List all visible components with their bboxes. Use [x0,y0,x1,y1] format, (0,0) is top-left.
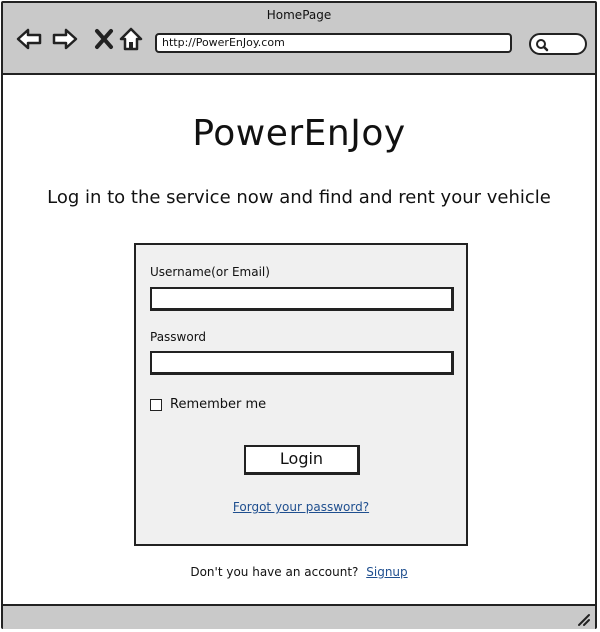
browser-chrome: HomePage http://PowerEnJoy.com [3,3,595,75]
forgot-password-link[interactable]: Forgot your password? [136,500,466,514]
remember-me-checkbox[interactable] [150,399,162,411]
browser-window: HomePage http://PowerEnJoy.com PowerEnJo… [1,1,597,629]
forward-arrow-icon[interactable] [51,25,79,53]
password-label: Password [150,330,207,344]
status-bar [3,604,595,629]
resize-grip-icon[interactable] [575,611,591,627]
search-icon [536,39,549,52]
tagline: Log in to the service now and find and r… [47,187,551,208]
login-panel: Username(or Email) Password Remember me … [134,243,468,546]
home-icon[interactable] [117,25,145,53]
signup-prompt: Don't you have an account? [190,565,359,579]
close-x-icon[interactable] [91,25,119,53]
login-button[interactable]: Login [244,445,360,475]
remember-me-label: Remember me [170,397,267,412]
signup-link[interactable]: Signup [366,565,407,579]
username-label: Username(or Email) [150,265,270,279]
signup-row: Don't you have an account? Signup [3,565,595,579]
brand-title: PowerEnJoy [192,113,406,154]
window-title: HomePage [266,8,332,22]
page-content: PowerEnJoy Log in to the service now and… [3,75,595,605]
password-input[interactable] [150,351,454,375]
back-arrow-icon[interactable] [15,25,43,53]
url-text: http://PowerEnJoy.com [162,36,285,49]
url-bar[interactable]: http://PowerEnJoy.com [155,33,512,53]
browser-search-box[interactable] [529,33,587,55]
username-input[interactable] [150,287,454,311]
